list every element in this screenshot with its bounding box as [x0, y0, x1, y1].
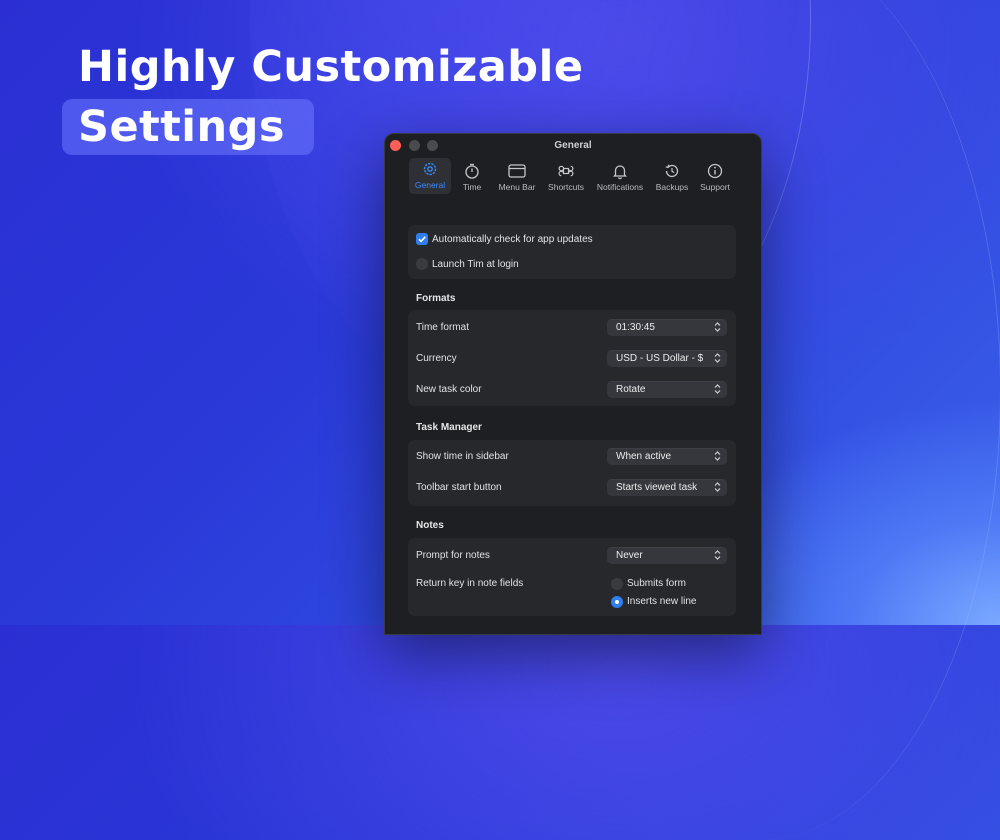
tab-time[interactable]: Time [461, 158, 483, 192]
tab-general[interactable]: General [409, 158, 451, 194]
launch-login-label: Launch Tim at login [432, 259, 519, 270]
menubar-icon [508, 164, 526, 178]
tab-shortcuts[interactable]: Shortcuts [545, 158, 587, 192]
select-value: USD - US Dollar - $ [616, 353, 704, 364]
launch-login-checkbox[interactable] [416, 258, 428, 270]
select-value: When active [616, 451, 672, 462]
headline-line-2: Settings [78, 102, 285, 152]
auto-update-label: Automatically check for app updates [432, 234, 593, 245]
title-bar: General [385, 134, 761, 156]
tab-notifications[interactable]: Notifications [593, 158, 647, 192]
return-key-label: Return key in note fields [416, 578, 524, 589]
tab-backups[interactable]: Backups [653, 158, 691, 192]
tab-label: Notifications [596, 182, 644, 192]
toolbar-start-label: Toolbar start button [416, 482, 502, 493]
currency-label: Currency [416, 353, 457, 364]
formats-card: Time format 01:30:45 Currency USD - US D… [408, 310, 736, 406]
auto-update-checkbox[interactable] [416, 233, 428, 245]
chevron-updown-icon [714, 353, 721, 363]
inserts-new-line-label: Inserts new line [627, 596, 697, 607]
chevron-updown-icon [714, 322, 721, 332]
task-color-select[interactable]: Rotate [607, 381, 727, 398]
info-icon [707, 163, 723, 179]
notes-heading: Notes [416, 520, 444, 531]
history-icon [665, 164, 679, 178]
inserts-new-line-radio[interactable] [611, 596, 623, 608]
time-format-label: Time format [416, 322, 469, 333]
prompt-notes-label: Prompt for notes [416, 550, 490, 561]
select-value: Rotate [616, 384, 646, 395]
tab-label: Backups [655, 182, 689, 192]
window-title: General [554, 140, 592, 151]
headline-line-1: Highly Customizable [78, 42, 584, 92]
sidebar-time-select[interactable]: When active [607, 448, 727, 465]
task-color-label: New task color [416, 384, 482, 395]
tab-label: Time [462, 182, 482, 192]
bell-icon [612, 165, 628, 180]
tab-label: General [414, 180, 446, 190]
tab-label: Support [700, 182, 730, 192]
checkmark-icon [418, 236, 426, 243]
tab-label: Menu Bar [498, 182, 536, 192]
stopwatch-icon [465, 163, 479, 179]
chevron-updown-icon [714, 550, 721, 560]
submits-form-label: Submits form [627, 578, 686, 589]
select-value: 01:30:45 [616, 322, 655, 333]
chevron-updown-icon [714, 384, 721, 394]
chevron-updown-icon [714, 482, 721, 492]
select-value: Starts viewed task [616, 482, 698, 493]
time-format-select[interactable]: 01:30:45 [607, 319, 727, 336]
preferences-toolbar: General Time Menu Bar Shortcuts Notifica… [385, 156, 761, 196]
settings-window: General General Time Menu Bar Shortcuts … [384, 133, 762, 635]
tab-support[interactable]: Support [697, 158, 733, 192]
tab-menu-bar[interactable]: Menu Bar [497, 158, 537, 192]
formats-heading: Formats [416, 293, 456, 304]
select-value: Never [616, 550, 643, 561]
toolbar-start-select[interactable]: Starts viewed task [607, 479, 727, 496]
prompt-notes-select[interactable]: Never [607, 547, 727, 564]
currency-select[interactable]: USD - US Dollar - $ [607, 350, 727, 367]
tab-label: Shortcuts [548, 182, 584, 192]
task-manager-card: Show time in sidebar When active Toolbar… [408, 440, 736, 506]
sidebar-time-label: Show time in sidebar [416, 451, 509, 462]
gear-icon [423, 162, 437, 176]
task-manager-heading: Task Manager [416, 422, 482, 433]
general-card: Automatically check for app updates Laun… [408, 225, 736, 279]
command-icon [558, 165, 574, 177]
submits-form-radio[interactable] [611, 578, 623, 590]
notes-card: Prompt for notes Never Return key in not… [408, 538, 736, 616]
chevron-updown-icon [714, 451, 721, 461]
